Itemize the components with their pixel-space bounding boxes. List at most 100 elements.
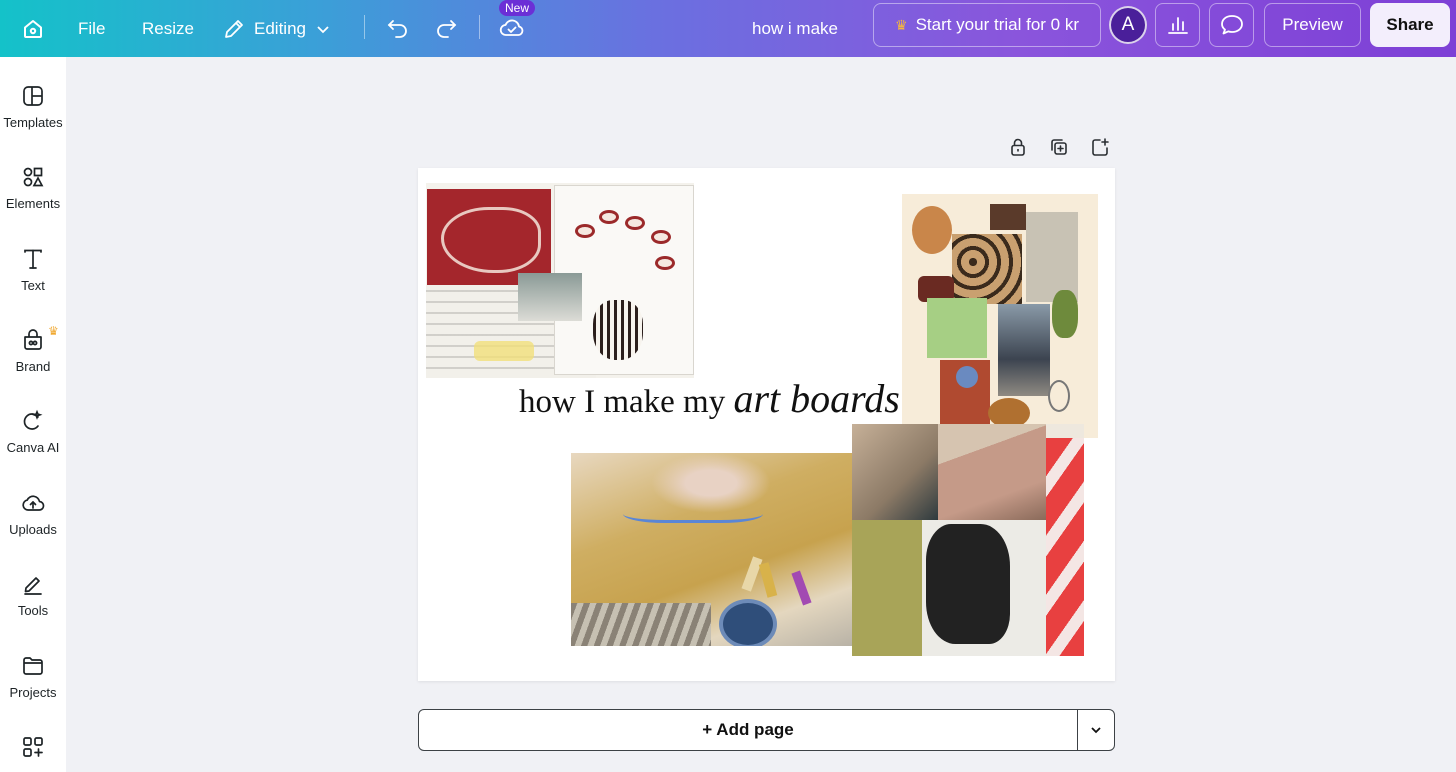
collage-image-pastels[interactable] [571, 453, 853, 646]
canvas-title-text[interactable]: how I make my art boards [519, 375, 900, 422]
lock-page-button[interactable] [1005, 134, 1031, 160]
duplicate-icon [1051, 139, 1067, 155]
comment-icon [1220, 15, 1243, 35]
blue-flower-image [956, 366, 978, 388]
flower-shape [655, 256, 675, 270]
sidebar-item-label: Templates [3, 115, 63, 130]
sidebar-item-label: Text [21, 278, 45, 293]
sidebar-item-brand[interactable]: ♛ Brand [0, 324, 66, 402]
uploads-icon [22, 495, 45, 511]
paint-jar [719, 599, 777, 646]
landscape-collage [938, 424, 1046, 520]
green-shoes-image [1052, 290, 1078, 338]
duplicate-page-button[interactable] [1046, 134, 1072, 160]
sidebar-item-label: Projects [9, 685, 57, 700]
add-page-button[interactable]: + Add page [418, 709, 1078, 751]
bar-chart-icon [1167, 17, 1188, 34]
yellow-car-sketch [474, 341, 534, 361]
sidebar-item-canva-ai[interactable]: Canva AI [0, 409, 66, 483]
design-page[interactable]: how I make my art boards [418, 168, 1115, 681]
red-print-image [427, 189, 551, 285]
sidebar-item-text[interactable]: Text [0, 247, 66, 321]
comments-button[interactable] [1209, 3, 1254, 47]
flower-shape [575, 224, 595, 238]
green-note-image [927, 298, 987, 358]
pastel-stick [791, 570, 812, 606]
pastel-stick [758, 562, 778, 598]
charm-image [1048, 380, 1070, 412]
frame-image [1026, 212, 1078, 302]
title-plain-text: how I make my [519, 384, 734, 420]
redo-icon [437, 20, 457, 38]
collage-image-shapes[interactable] [852, 424, 1084, 656]
add-page-icon [1092, 138, 1109, 156]
undo-icon [387, 20, 407, 38]
insights-button[interactable] [1155, 3, 1200, 47]
vase-shape [593, 300, 643, 360]
resize-button[interactable]: Resize [136, 10, 200, 48]
stone-photo [852, 424, 938, 520]
collage-image-linocut[interactable] [426, 183, 694, 378]
paper-roll [571, 603, 711, 646]
sidebar-item-apps[interactable] [0, 735, 66, 772]
blue-scribble [623, 493, 763, 523]
sidebar-item-label: Brand [15, 359, 51, 374]
share-button[interactable]: Share [1370, 3, 1450, 47]
sidebar-item-projects[interactable]: Projects [0, 654, 66, 728]
projects-icon [23, 657, 43, 675]
add-page-dropdown[interactable] [1077, 709, 1115, 751]
black-cutout-shape [926, 524, 1010, 644]
olive-paper [852, 520, 922, 656]
editing-mode-button[interactable]: Editing [222, 10, 332, 48]
lock-icon [1011, 138, 1025, 156]
figure-photo [998, 304, 1050, 396]
crown-icon: ♛ [48, 324, 59, 338]
sidebar-item-uploads[interactable]: Uploads [0, 491, 66, 565]
editing-label: Editing [254, 19, 306, 38]
sidebar-item-label: Elements [5, 196, 61, 211]
avatar[interactable]: A [1109, 6, 1147, 44]
portrait-photo [518, 273, 582, 321]
apps-icon [23, 737, 43, 757]
pencil-icon [225, 20, 243, 38]
trial-label: Start your trial for 0 kr [915, 15, 1079, 34]
pastel-stick [741, 556, 763, 592]
cloud-check-icon [499, 19, 524, 36]
title-italic-text: art boards [733, 376, 900, 421]
new-badge: New [499, 0, 536, 16]
flower-shape [625, 216, 645, 230]
add-page-icon-button[interactable] [1087, 134, 1113, 160]
preview-button[interactable]: Preview [1264, 3, 1361, 47]
tin-image [990, 204, 1026, 230]
start-trial-button[interactable]: ♛ Start your trial for 0 kr [873, 3, 1101, 47]
home-icon [24, 20, 42, 38]
flower-shape [651, 230, 671, 244]
red-paper-strip [1046, 438, 1084, 656]
sidebar-item-elements[interactable]: Elements [0, 165, 66, 239]
sidebar-item-tools[interactable]: Tools [0, 572, 66, 646]
left-sidebar: Templates Elements Text ♛ Brand Canva AI… [0, 57, 66, 772]
undo-button[interactable] [380, 10, 416, 46]
toolbar-divider [479, 15, 480, 39]
file-menu-button[interactable]: File [72, 10, 111, 48]
toolbar-divider [364, 15, 365, 39]
top-bar: File Resize Editing New how i make ♛ Sta… [0, 0, 1456, 57]
elements-icon [23, 167, 44, 187]
sidebar-item-label: Tools [17, 603, 49, 618]
leopard-print [952, 234, 1022, 304]
templates-icon [23, 86, 43, 106]
canva-ai-icon [23, 409, 43, 430]
sidebar-item-templates[interactable]: Templates [0, 84, 66, 158]
collage-image-moodboard[interactable] [902, 194, 1098, 438]
chevron-down-icon [1091, 727, 1101, 734]
text-icon [24, 249, 42, 269]
tools-icon [24, 577, 42, 595]
flower-shape [599, 210, 619, 224]
apple-shape [912, 206, 952, 254]
redo-button[interactable] [428, 10, 464, 46]
crown-icon: ♛ [895, 16, 908, 33]
document-title[interactable]: how i make [752, 10, 838, 48]
brand-icon [24, 329, 42, 350]
home-button[interactable] [14, 10, 52, 48]
sidebar-item-label: Uploads [9, 522, 57, 537]
